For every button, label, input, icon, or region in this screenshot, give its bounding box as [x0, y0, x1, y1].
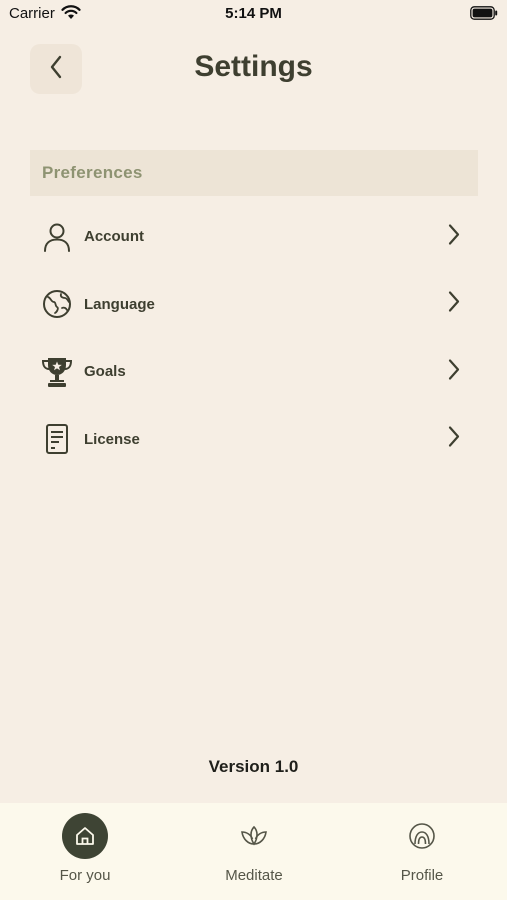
chevron-right-icon	[448, 291, 460, 318]
section-header-preferences: Preferences	[30, 150, 478, 196]
settings-row-label: License	[84, 430, 140, 448]
chevron-right-icon	[448, 426, 460, 453]
status-time: 5:14 PM	[225, 5, 282, 22]
settings-row-label: Goals	[84, 363, 126, 381]
page-title: Settings	[194, 50, 313, 83]
settings-row-license[interactable]: License	[30, 406, 478, 474]
settings-row-goals[interactable]: Goals	[30, 338, 478, 406]
document-icon	[30, 423, 84, 455]
tab-label: Profile	[400, 867, 444, 884]
trophy-icon	[30, 356, 84, 388]
section-title: Preferences	[42, 163, 143, 182]
settings-list: Account Language Goals License	[30, 203, 478, 473]
tab-for-you[interactable]: For you	[25, 813, 145, 884]
person-icon	[30, 222, 84, 252]
home-icon	[62, 813, 108, 859]
tab-meditate[interactable]: Meditate	[194, 813, 314, 884]
chevron-right-icon	[448, 358, 460, 385]
globe-icon	[30, 289, 84, 319]
settings-row-account[interactable]: Account	[30, 203, 478, 271]
tab-profile[interactable]: Profile	[362, 813, 482, 884]
tab-label: Meditate	[225, 867, 283, 884]
battery-icon	[470, 6, 498, 25]
chevron-right-icon	[448, 223, 460, 250]
profile-rings-icon	[399, 813, 445, 859]
tab-bar: For you Meditate Profile	[0, 803, 507, 900]
settings-row-label: Account	[84, 228, 144, 246]
lotus-icon	[231, 813, 277, 859]
status-bar: Carrier 5:14 PM	[0, 0, 507, 28]
settings-row-language[interactable]: Language	[30, 271, 478, 339]
tab-label: For you	[59, 867, 111, 884]
version-label: Version 1.0	[208, 757, 299, 776]
settings-row-label: Language	[84, 295, 155, 313]
